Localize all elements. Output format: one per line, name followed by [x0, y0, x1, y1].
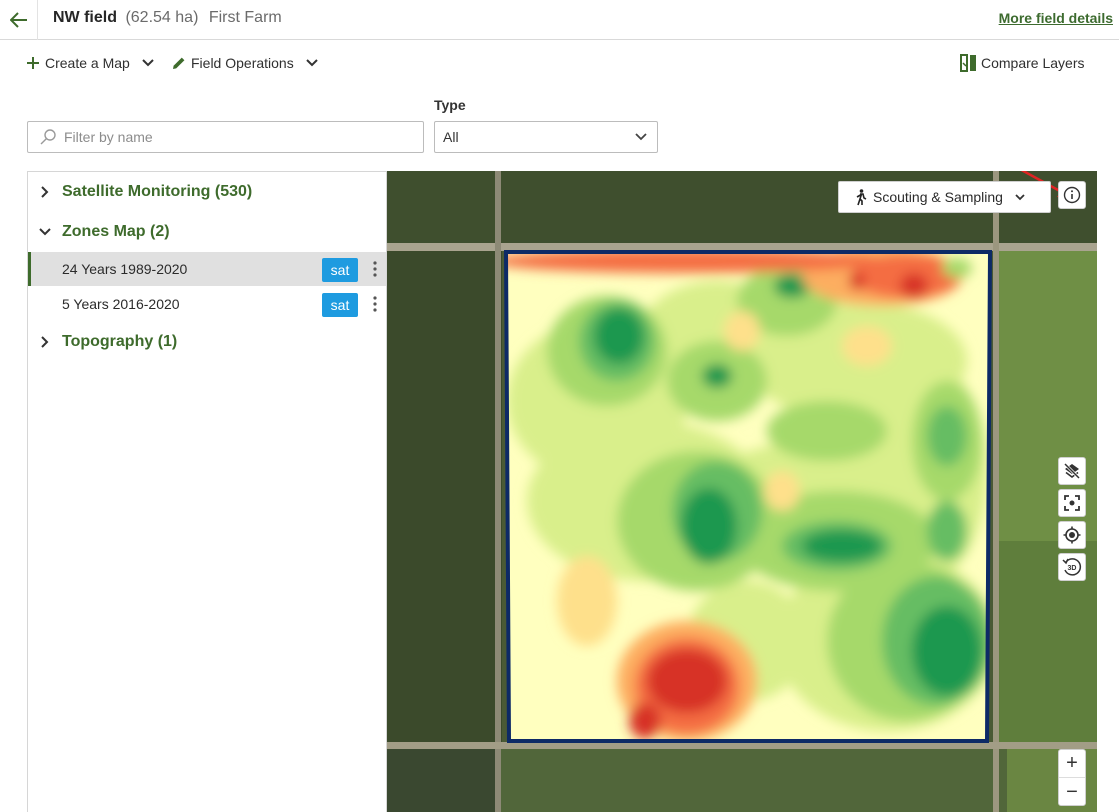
sat-badge: sat: [322, 258, 358, 282]
group-label: Topography (1): [62, 333, 178, 350]
my-location-icon: [1063, 526, 1081, 544]
more-field-details-link[interactable]: More field details: [999, 10, 1113, 26]
3d-label: 3D: [1068, 565, 1077, 572]
chevron-down-icon: [1015, 193, 1025, 200]
field-operations-button[interactable]: Field Operations: [171, 52, 318, 74]
type-label: Type: [434, 97, 466, 113]
type-select-value: All: [443, 129, 459, 145]
3d-rotate-icon: 3D: [1062, 558, 1082, 576]
page-title: NW field (62.54 ha) First Farm: [53, 9, 282, 27]
chevron-down-icon: [306, 59, 318, 67]
info-icon: [1063, 186, 1081, 204]
focus-field-button[interactable]: [1058, 489, 1086, 517]
pencil-icon: [173, 57, 185, 69]
top-bar: NW field (62.54 ha) First Farm More fiel…: [0, 0, 1119, 40]
chevron-down-icon: [142, 59, 154, 67]
map-view[interactable]: [387, 171, 1097, 812]
layers-off-icon: [1063, 462, 1081, 480]
more-options-icon[interactable]: [372, 261, 378, 277]
chevron-down-icon: [635, 133, 647, 141]
sat-badge: sat: [322, 293, 358, 317]
layer-name: 5 Years 2016-2020: [62, 296, 180, 312]
layers-sidebar: Satellite Monitoring (530) Zones Map (2)…: [27, 171, 387, 812]
field-operations-label: Field Operations: [191, 55, 294, 71]
create-map-label: Create a Map: [45, 55, 130, 71]
my-location-button[interactable]: [1058, 521, 1086, 549]
group-zones-map[interactable]: Zones Map (2): [28, 217, 386, 247]
info-button[interactable]: [1058, 181, 1086, 209]
chevron-right-icon: [41, 186, 49, 198]
farm-name: First Farm: [208, 9, 282, 26]
walking-person-icon: [856, 188, 867, 205]
search-icon: [40, 129, 56, 145]
zoom-in-button[interactable]: +: [1059, 750, 1085, 778]
group-label: Zones Map (2): [62, 223, 170, 240]
compare-icon: [960, 54, 976, 72]
zoom-out-button[interactable]: −: [1059, 778, 1085, 806]
type-select[interactable]: All: [434, 121, 658, 153]
group-topography[interactable]: Topography (1): [28, 327, 386, 357]
focus-field-icon: [1064, 495, 1080, 511]
layer-item-24-years[interactable]: 24 Years 1989-2020 sat: [28, 252, 386, 286]
field-area: (62.54 ha): [125, 9, 199, 26]
plus-icon: [27, 57, 39, 69]
layer-name: 24 Years 1989-2020: [62, 261, 188, 277]
group-satellite-monitoring[interactable]: Satellite Monitoring (530): [28, 177, 386, 207]
zoom-controls: + −: [1058, 749, 1086, 806]
chevron-down-icon: [39, 228, 51, 236]
field-name: NW field: [53, 9, 117, 26]
filter-input[interactable]: [64, 129, 404, 145]
toggle-layers-button[interactable]: [1058, 457, 1086, 485]
layer-item-5-years[interactable]: 5 Years 2016-2020 sat: [28, 287, 386, 321]
arrow-left-icon: [9, 12, 27, 28]
chevron-right-icon: [41, 336, 49, 348]
filter-by-name-field[interactable]: [27, 121, 424, 153]
create-map-button[interactable]: Create a Map: [26, 52, 154, 74]
back-button[interactable]: [0, 0, 38, 40]
compare-layers-label: Compare Layers: [981, 55, 1085, 71]
compare-layers-button[interactable]: Compare Layers: [960, 52, 1085, 74]
scouting-label: Scouting & Sampling: [873, 189, 1003, 205]
scouting-sampling-dropdown[interactable]: Scouting & Sampling: [838, 181, 1051, 213]
more-options-icon[interactable]: [372, 296, 378, 312]
satellite-imagery: [387, 171, 1097, 812]
3d-view-button[interactable]: 3D: [1058, 553, 1086, 581]
group-label: Satellite Monitoring (530): [62, 183, 253, 200]
